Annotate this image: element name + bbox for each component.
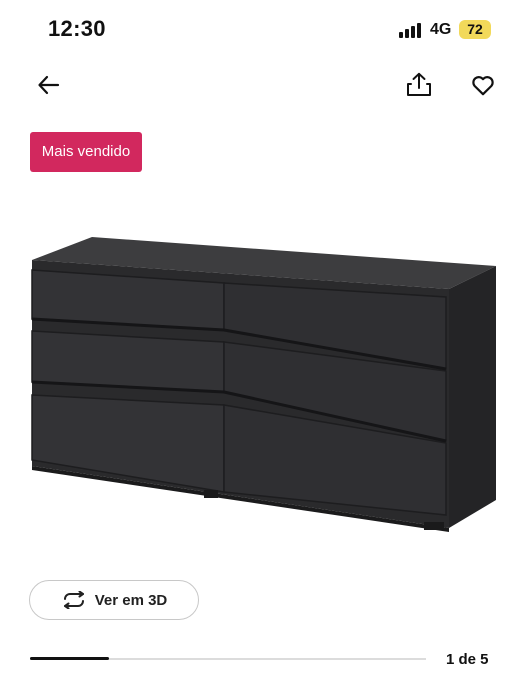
battery-level: 72 xyxy=(467,21,483,37)
signal-icon xyxy=(399,22,423,38)
status-time: 12:30 xyxy=(48,16,106,41)
battery-icon: 72 xyxy=(459,20,491,39)
network-type: 4G xyxy=(430,21,452,38)
rotate-3d-icon xyxy=(63,591,84,609)
carousel-progress-track xyxy=(30,657,426,660)
nav-bar xyxy=(0,60,528,110)
view-3d-button[interactable]: Ver em 3D xyxy=(29,580,199,620)
heart-icon xyxy=(472,76,494,96)
best-seller-badge: Mais vendido xyxy=(30,132,142,172)
status-bar: 12:30 4G 72 xyxy=(0,0,528,60)
arrow-left-icon xyxy=(38,75,60,95)
share-button[interactable] xyxy=(402,68,436,102)
view-3d-label: Ver em 3D xyxy=(94,591,168,609)
carousel-page-counter: 1 de 5 xyxy=(446,651,489,668)
product-image[interactable] xyxy=(24,230,504,540)
back-button[interactable] xyxy=(32,68,66,102)
favorite-button[interactable] xyxy=(466,68,500,102)
carousel-progress-fill xyxy=(30,657,110,660)
share-icon xyxy=(407,72,431,96)
